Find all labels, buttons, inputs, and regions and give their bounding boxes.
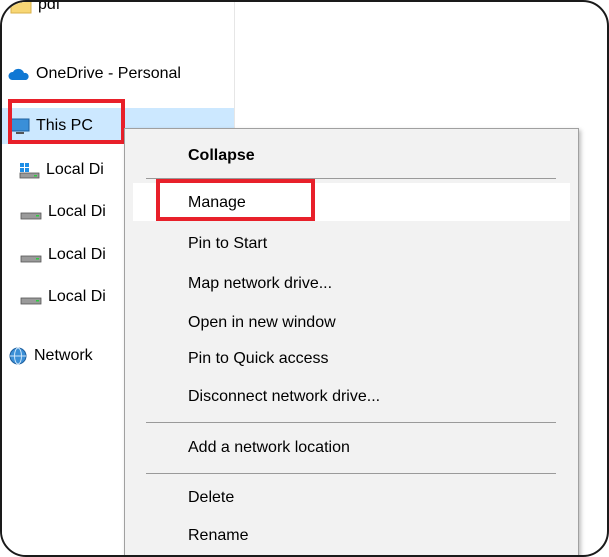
highlight-box-this-pc <box>8 99 125 144</box>
menu-item-pin-to-quick-access[interactable]: Pin to Quick access <box>188 349 329 369</box>
menu-separator <box>146 422 556 423</box>
folder-icon <box>10 2 32 14</box>
menu-item-pin-to-start[interactable]: Pin to Start <box>188 234 267 254</box>
menu-item-disconnect-network-drive[interactable]: Disconnect network drive... <box>188 387 380 407</box>
nav-item-label: Local Di <box>48 288 106 305</box>
nav-item-local-disk-3[interactable]: Local Di <box>20 238 106 272</box>
nav-item-label: Local Di <box>48 246 106 263</box>
onedrive-cloud-icon <box>8 66 30 82</box>
windows-drive-icon <box>18 161 40 179</box>
drive-icon <box>20 288 42 306</box>
highlight-box-manage <box>156 179 315 221</box>
menu-item-collapse[interactable]: Collapse <box>188 146 255 166</box>
screenshot-frame: pdf OneDrive - Personal This PC Local Di… <box>0 0 609 557</box>
nav-item-label: Local Di <box>48 203 106 220</box>
nav-item-network[interactable]: Network <box>8 339 93 373</box>
menu-separator <box>146 473 556 474</box>
network-globe-icon <box>8 346 28 366</box>
nav-item-local-disk-2[interactable]: Local Di <box>20 195 106 229</box>
nav-item-label: Local Di <box>46 161 104 178</box>
menu-item-delete[interactable]: Delete <box>188 488 234 508</box>
menu-item-rename[interactable]: Rename <box>188 526 248 546</box>
drive-icon <box>20 203 42 221</box>
menu-item-open-in-new-window[interactable]: Open in new window <box>188 313 336 333</box>
nav-item-label: OneDrive - Personal <box>36 65 181 82</box>
nav-item-onedrive[interactable]: OneDrive - Personal <box>8 57 181 91</box>
nav-item-local-disk-4[interactable]: Local Di <box>20 280 106 314</box>
menu-item-map-network-drive[interactable]: Map network drive... <box>188 274 332 294</box>
nav-item-pdf[interactable]: pdf <box>10 0 61 22</box>
menu-item-add-network-location[interactable]: Add a network location <box>188 438 350 458</box>
nav-item-label: Network <box>34 347 93 364</box>
nav-item-local-disk-c[interactable]: Local Di <box>18 153 104 187</box>
nav-item-label: pdf <box>38 0 61 13</box>
drive-icon <box>20 246 42 264</box>
